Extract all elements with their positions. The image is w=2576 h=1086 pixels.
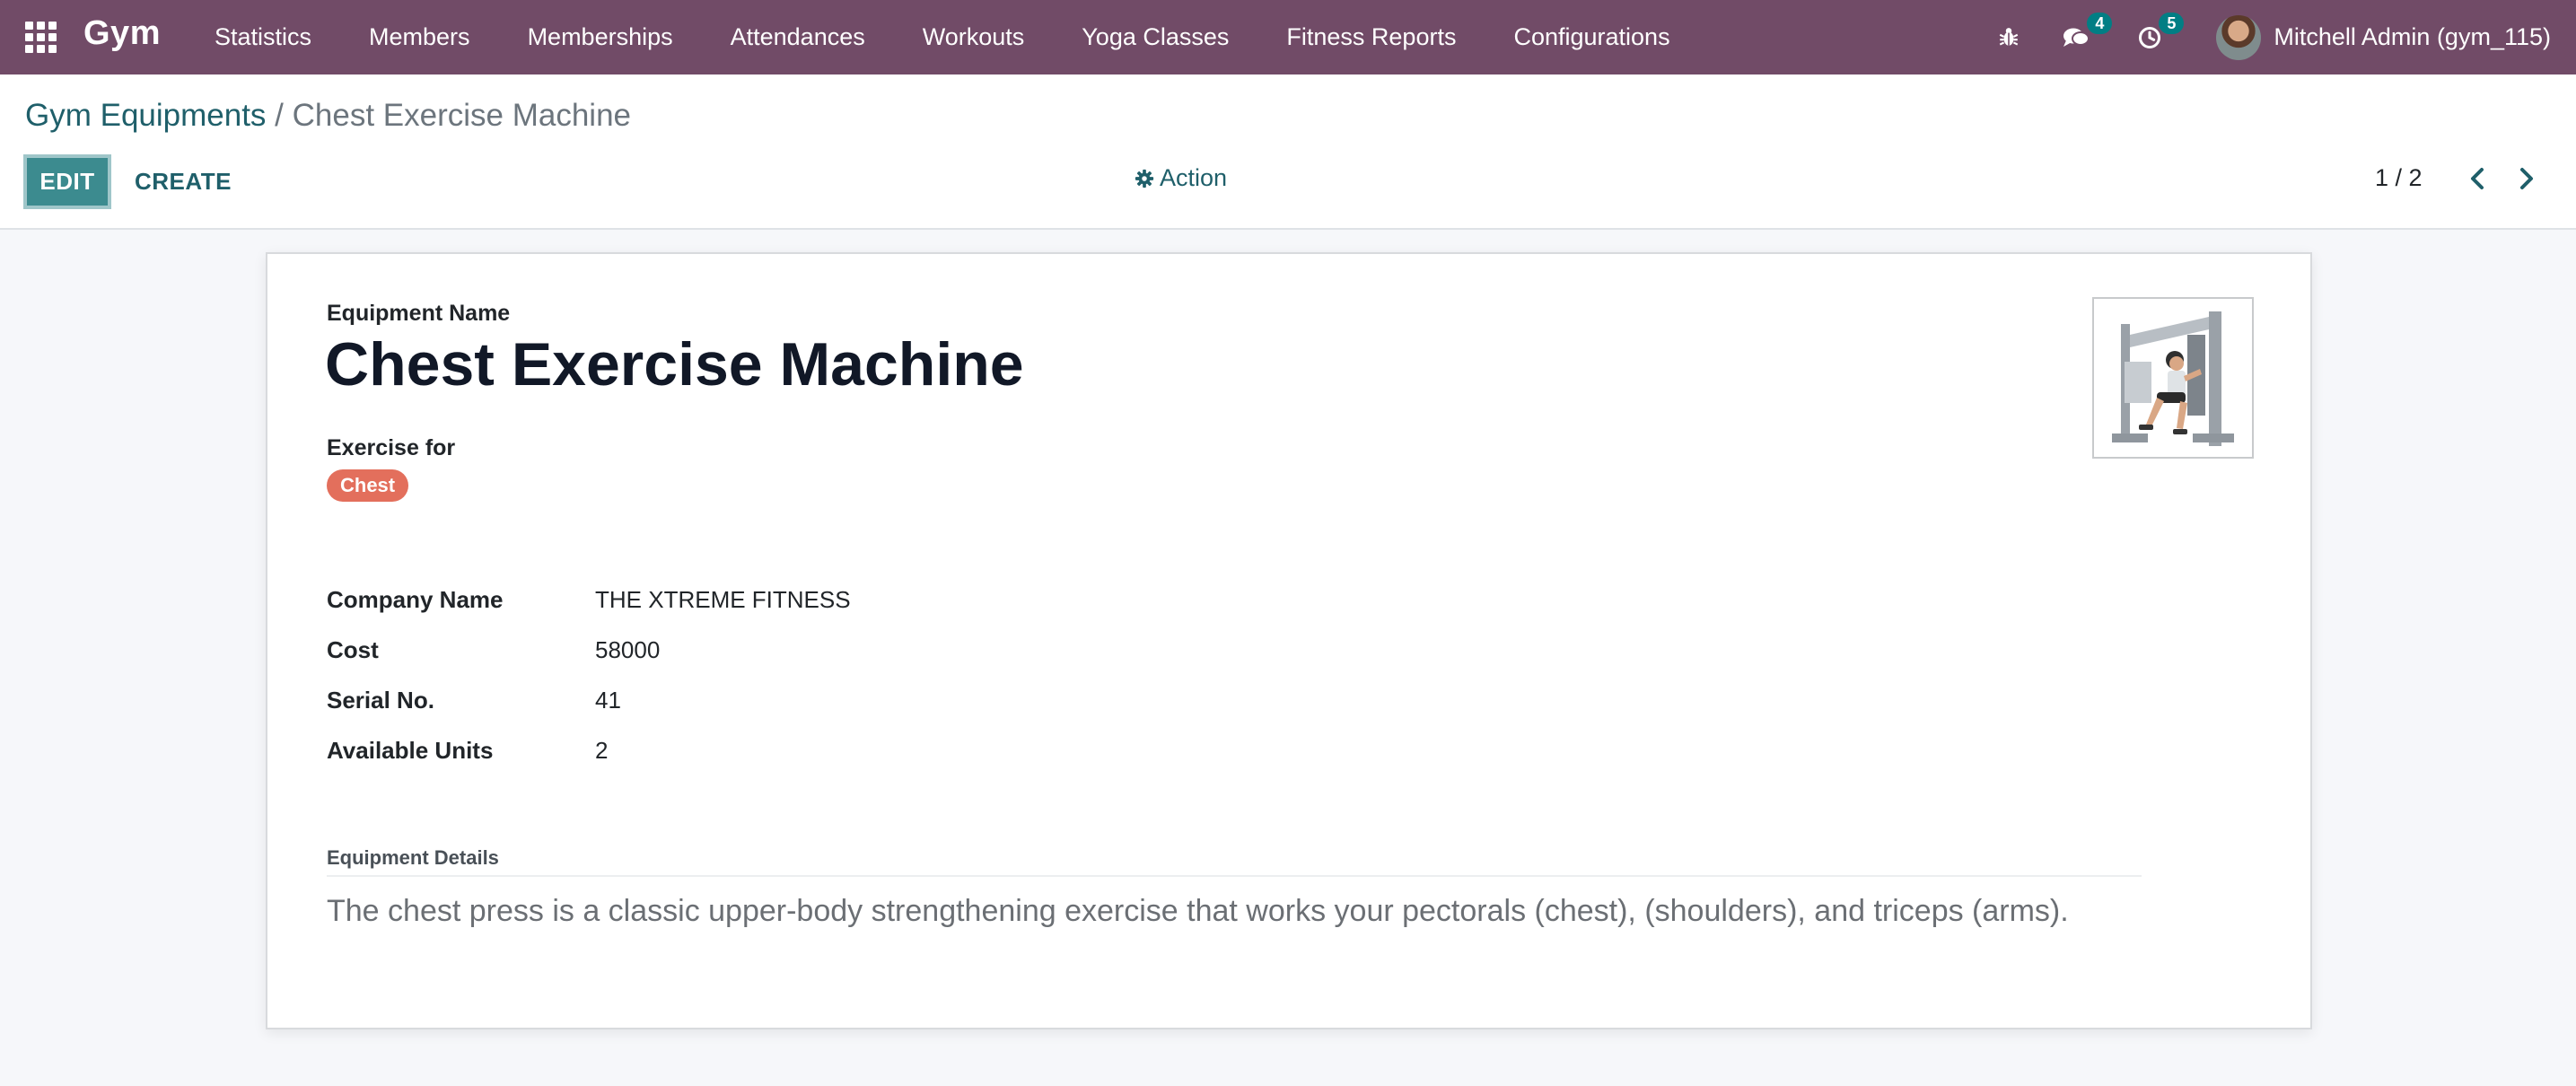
form-sheet: Equipment Name Chest Exercise Machine Ex… [266, 252, 2312, 1029]
company-name-row: Company Name THE XTREME FITNESS [327, 586, 1224, 622]
equipment-details-label: Equipment Details [327, 846, 499, 869]
cost-label: Cost [327, 636, 379, 663]
messages-count-badge: 4 [2087, 12, 2113, 34]
control-panel: Gym Equipments / Chest Exercise Machine … [0, 74, 2576, 230]
menu-item-configurations[interactable]: Configurations [1485, 23, 1698, 51]
menu-item-workouts[interactable]: Workouts [894, 23, 1054, 51]
action-dropdown[interactable]: Action [1135, 164, 1227, 192]
action-label: Action [1160, 164, 1228, 191]
create-button[interactable]: CREATE [135, 154, 232, 209]
breadcrumb-parent-link[interactable]: Gym Equipments [25, 98, 266, 133]
systray: 4 5 Mitchell Admin (gym_115) [1997, 0, 2576, 74]
gear-icon [1135, 169, 1154, 188]
serial-no-label: Serial No. [327, 687, 434, 714]
details-divider [327, 875, 2142, 877]
company-name-value: THE XTREME FITNESS [595, 586, 851, 613]
apps-grid-icon[interactable] [25, 22, 57, 53]
menu-item-yoga-classes[interactable]: Yoga Classes [1053, 23, 1257, 51]
menu-item-fitness-reports[interactable]: Fitness Reports [1257, 23, 1485, 51]
cost-value: 58000 [595, 636, 661, 663]
activities-count-badge: 5 [2159, 12, 2185, 34]
breadcrumb-separator: / [275, 98, 284, 133]
clock-icon[interactable]: 5 [2137, 12, 2185, 50]
serial-no-value: 41 [595, 687, 621, 714]
available-units-label: Available Units [327, 737, 494, 764]
user-menu[interactable]: Mitchell Admin (gym_115) [2216, 14, 2551, 60]
chevron-right-icon[interactable] [2509, 161, 2545, 197]
chevron-left-icon[interactable] [2459, 161, 2495, 197]
main-menu: Statistics Members Memberships Attendanc… [186, 0, 1699, 74]
menu-item-members[interactable]: Members [340, 23, 499, 51]
cost-row: Cost 58000 [327, 636, 1224, 672]
chat-icon[interactable]: 4 [2062, 12, 2113, 50]
breadcrumb-current: Chest Exercise Machine [292, 98, 632, 133]
app-brand[interactable]: Gym [83, 14, 161, 53]
serial-no-row: Serial No. 41 [327, 687, 1224, 723]
available-units-row: Available Units 2 [327, 737, 1224, 773]
top-navbar: Gym Statistics Members Memberships Atten… [0, 0, 2576, 74]
exercise-for-label: Exercise for [327, 435, 456, 460]
avatar [2216, 14, 2262, 60]
bug-icon[interactable] [1997, 26, 2020, 49]
company-name-label: Company Name [327, 586, 504, 613]
user-name: Mitchell Admin (gym_115) [2274, 23, 2551, 50]
available-units-value: 2 [595, 737, 609, 764]
tag-chest[interactable]: Chest [327, 469, 409, 502]
edit-button[interactable]: EDIT [23, 154, 111, 209]
equipment-name-label: Equipment Name [327, 301, 511, 326]
equipment-details-text: The chest press is a classic upper-body … [327, 894, 2069, 928]
equipment-name-value: Chest Exercise Machine [325, 330, 1024, 398]
menu-item-statistics[interactable]: Statistics [186, 23, 340, 51]
pager-value[interactable]: 1 / 2 [2375, 164, 2423, 192]
menu-item-attendances[interactable]: Attendances [702, 23, 894, 51]
equipment-image[interactable] [2092, 297, 2254, 459]
breadcrumb: Gym Equipments / Chest Exercise Machine [25, 98, 631, 134]
menu-item-memberships[interactable]: Memberships [499, 23, 702, 51]
